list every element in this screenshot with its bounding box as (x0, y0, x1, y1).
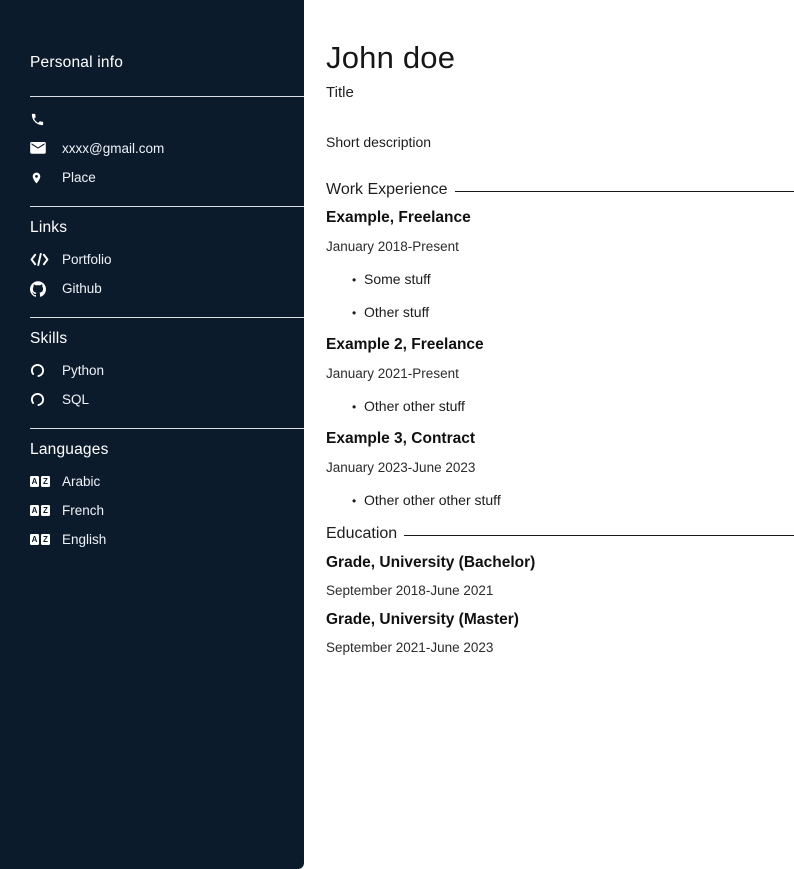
entry-date: September 2018-June 2021 (326, 583, 794, 598)
section-rule (455, 191, 794, 192)
skill-label: Python (62, 363, 104, 378)
section-title: Education (326, 525, 397, 543)
bullet-item: Some stuff (352, 271, 794, 287)
candidate-name: John doe (326, 40, 794, 76)
envelope-icon (30, 141, 50, 157)
education-heading: Education (326, 525, 794, 543)
entry-title: Example 2, Freelance (326, 336, 794, 354)
email-value: xxxx@gmail.com (62, 141, 164, 156)
language-label: Arabic (62, 474, 100, 489)
entry-title: Grade, University (Bachelor) (326, 554, 794, 572)
entry-title: Example, Freelance (326, 209, 794, 227)
circle-notch-icon (30, 363, 50, 379)
links-heading: Links (30, 219, 304, 237)
code-icon (30, 252, 50, 268)
skills-heading: Skills (30, 330, 304, 348)
github-link-label[interactable]: Github (62, 281, 102, 296)
divider (30, 428, 304, 429)
work-entry: Example, Freelance January 2018-Present … (326, 209, 794, 320)
skill-label: SQL (62, 392, 89, 407)
section-title: Work Experience (326, 181, 448, 199)
language-icon: AZ (30, 532, 50, 548)
portfolio-link-label[interactable]: Portfolio (62, 252, 112, 267)
education-entry: Grade, University (Bachelor) September 2… (326, 554, 794, 598)
language-item: AZ English (30, 531, 304, 548)
bullet-item: Other other stuff (352, 398, 794, 414)
entry-date: January 2021-Present (326, 366, 794, 381)
work-experience-heading: Work Experience (326, 181, 794, 199)
language-item: AZ French (30, 502, 304, 519)
main-content: John doe Title Short description Work Ex… (326, 0, 794, 655)
skill-item: Python (30, 362, 304, 379)
entry-date: September 2021-June 2023 (326, 640, 794, 655)
github-icon (30, 281, 50, 297)
contact-email-row: xxxx@gmail.com (30, 140, 304, 157)
entry-date: January 2018-Present (326, 239, 794, 254)
entry-bullets: Some stuff Other stuff (326, 271, 794, 320)
entry-title: Grade, University (Master) (326, 611, 794, 629)
contact-phone-row (30, 111, 304, 128)
sidebar: Personal info xxxx@gmail.com Place Links (0, 0, 304, 869)
resume-page: Personal info xxxx@gmail.com Place Links (0, 0, 794, 869)
entry-title: Example 3, Contract (326, 430, 794, 448)
divider (30, 96, 304, 97)
section-rule (404, 535, 794, 536)
work-entry: Example 2, Freelance January 2021-Presen… (326, 336, 794, 414)
entry-bullets: Other other stuff (326, 398, 794, 414)
language-label: English (62, 532, 106, 547)
divider (30, 317, 304, 318)
entry-date: January 2023-June 2023 (326, 460, 794, 475)
language-label: French (62, 503, 104, 518)
personal-info-heading: Personal info (30, 54, 304, 72)
place-value: Place (62, 170, 96, 185)
link-portfolio[interactable]: Portfolio (30, 251, 304, 268)
language-icon: AZ (30, 474, 50, 490)
bullet-item: Other stuff (352, 304, 794, 320)
location-pin-icon (30, 170, 50, 186)
contact-place-row: Place (30, 169, 304, 186)
languages-heading: Languages (30, 441, 304, 459)
candidate-title: Title (326, 84, 794, 101)
phone-icon (30, 112, 50, 128)
circle-notch-icon (30, 392, 50, 408)
divider (30, 206, 304, 207)
work-entry: Example 3, Contract January 2023-June 20… (326, 430, 794, 508)
language-item: AZ Arabic (30, 473, 304, 490)
link-github[interactable]: Github (30, 280, 304, 297)
language-icon: AZ (30, 503, 50, 519)
education-entry: Grade, University (Master) September 202… (326, 611, 794, 655)
bullet-item: Other other other stuff (352, 492, 794, 508)
skill-item: SQL (30, 391, 304, 408)
short-description: Short description (326, 134, 794, 150)
entry-bullets: Other other other stuff (326, 492, 794, 508)
